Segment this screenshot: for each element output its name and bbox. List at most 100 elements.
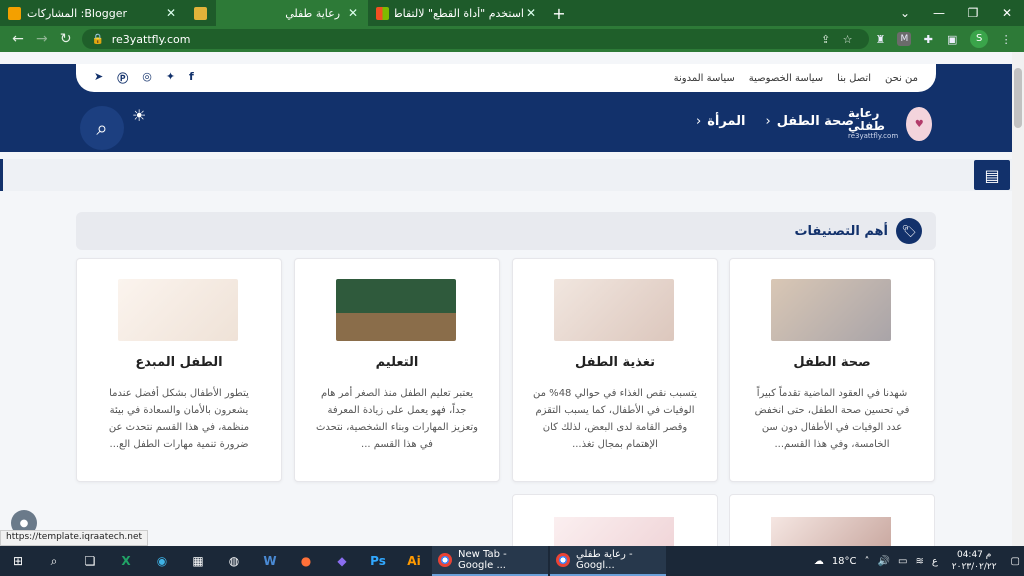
brand-row: ⌕ ☀ صحة الطفل‹ المرأة‹ رعاية طفلي re3yat… [80, 100, 936, 150]
tab-title: المشاركات :Blogger [27, 6, 127, 20]
category-desc: يعتبر تعليم الطفل منذ الصغر أمر هام جداً… [315, 388, 479, 450]
logo-subtitle: re3yattfly.com [848, 132, 899, 141]
window-controls: ⌄ — ❐ ✕ [888, 0, 1024, 26]
chevron-left-icon: ‹ [765, 114, 771, 129]
facebook-icon[interactable]: f [189, 70, 194, 86]
word-icon[interactable]: W [252, 546, 288, 576]
category-card[interactable]: صحة الطفل شهدنا في العقود الماضية تقدماً… [729, 258, 935, 482]
status-url: https://template.iqraatech.net [0, 530, 149, 546]
section-header: أهم التصنيفات 🏷 [76, 212, 936, 250]
sidepanel-icon[interactable]: ▣ [940, 33, 964, 46]
search-icon: ⌕ [96, 116, 108, 140]
search-icon[interactable]: ⌕ [36, 546, 72, 576]
extension-m-icon[interactable]: M [897, 32, 912, 46]
tag-icon: 🏷 [896, 218, 922, 244]
link-policy[interactable]: سياسة المدونة [674, 73, 735, 84]
search-button[interactable]: ⌕ [80, 106, 124, 150]
wifi-icon[interactable]: ≋ [911, 556, 927, 567]
firefox-icon[interactable]: ● [288, 546, 324, 576]
excel-icon[interactable]: X [108, 546, 144, 576]
menu-dots-icon[interactable]: ⋮ [994, 33, 1018, 46]
site-favicon-icon [194, 6, 207, 20]
news-ticker-icon[interactable]: ▤ [974, 160, 1010, 190]
theme-toggle-icon[interactable]: ☀ [132, 106, 146, 125]
windows-start-icon[interactable]: ⊞ [0, 546, 36, 576]
scrollbar-thumb[interactable] [1014, 68, 1022, 128]
bookmark-star-icon[interactable]: ☆ [837, 33, 859, 46]
address-bar: ← → ↻ 🔒 re3yattfly.com ⇪ ☆ ♜ M ✚ ▣ S ⋮ [0, 26, 1024, 52]
category-image [336, 279, 456, 341]
app-icon[interactable]: ◆ [324, 546, 360, 576]
chevron-up-icon[interactable]: ˄ [861, 556, 874, 567]
taskbar-app-title: New Tab - Google ... [458, 549, 507, 571]
language-indicator[interactable]: ع [928, 556, 942, 567]
share-icon[interactable]: ⇪ [815, 33, 837, 46]
link-contact[interactable]: اتصل بنا [837, 73, 871, 84]
category-card[interactable]: التعليم يعتبر تعليم الطفل منذ الصغر أمر … [294, 258, 500, 482]
extension-icon[interactable]: ♜ [869, 33, 893, 46]
nav-item-child-health[interactable]: صحة الطفل‹ [765, 114, 854, 129]
store-icon[interactable]: ▦ [180, 546, 216, 576]
close-window-button[interactable]: ✕ [990, 6, 1024, 20]
pinterest-icon[interactable]: Ⓟ [117, 70, 128, 86]
close-icon[interactable]: ✕ [164, 6, 178, 20]
category-image [771, 279, 891, 341]
battery-icon[interactable]: ▭ [894, 556, 911, 567]
tab-title: رعاية طفلي [285, 6, 340, 20]
speaker-icon[interactable]: 🔊 [874, 556, 894, 567]
illustrator-icon[interactable]: Ai [396, 546, 432, 576]
twitter-icon[interactable]: ✦ [166, 70, 175, 86]
category-desc: يتطور الأطفال بشكل أفضل عندما يشعرون بال… [108, 388, 250, 450]
url-input[interactable]: 🔒 re3yattfly.com ⇪ ☆ [81, 29, 869, 49]
category-title: صحة الطفل [793, 355, 871, 370]
clock[interactable]: 04:47 م ٢٠٢٣/٠٢/٢٢ [942, 549, 1007, 573]
camera-icon[interactable]: ◍ [216, 546, 252, 576]
taskbar-app-chrome[interactable]: رعاية طفلي - Googl... [550, 546, 666, 576]
edge-icon[interactable]: ◉ [144, 546, 180, 576]
tab-title: استخدم "أداة القطع" لالتقاط لقطا... [395, 6, 524, 20]
minimize-button[interactable]: — [922, 6, 956, 20]
tab-snipping-tool[interactable]: استخدم "أداة القطع" لالتقاط لقطا... ✕ [368, 0, 546, 26]
profile-avatar[interactable]: S [970, 30, 989, 48]
site-logo[interactable]: رعاية طفلي re3yattfly.com ♥ [848, 104, 932, 144]
taskbar-app-chrome[interactable]: New Tab - Google ... [432, 546, 548, 576]
nav-item-woman[interactable]: المرأة‹ [696, 114, 745, 129]
tab-re3yattfly[interactable]: رعاية طفلي ✕ [216, 0, 368, 26]
link-privacy[interactable]: سياسة الخصوصية [749, 73, 823, 84]
task-view-icon[interactable]: ❏ [72, 546, 108, 576]
system-tray: ☁ 18°C ˄ 🔊 ▭ ≋ ع 04:47 م ٢٠٢٣/٠٢/٢٢ ▢ [810, 546, 1024, 576]
photoshop-icon[interactable]: Ps [360, 546, 396, 576]
chevron-down-icon[interactable]: ⌄ [888, 6, 922, 20]
category-title: تغذية الطفل [575, 355, 655, 370]
category-card[interactable] [729, 494, 935, 546]
weather-temp[interactable]: 18°C [828, 556, 861, 567]
notification-icon[interactable]: ▢ [1007, 556, 1024, 567]
top-links: من نحن اتصل بنا سياسة الخصوصية سياسة الم… [674, 73, 918, 84]
weather-cloud-icon[interactable]: ☁ [810, 556, 828, 567]
restore-button[interactable]: ❐ [956, 6, 990, 20]
category-card[interactable]: الطفل المبدع يتطور الأطفال بشكل أفضل عند… [76, 258, 282, 482]
category-title: التعليم [375, 355, 419, 370]
page-scrollbar[interactable] [1012, 52, 1024, 546]
category-card[interactable]: تغذية الطفل يتسبب نقص الغذاء في حوالي 48… [512, 258, 718, 482]
logo-badge-icon: ♥ [906, 107, 932, 141]
close-icon[interactable]: ✕ [524, 6, 538, 20]
chevron-left-icon: ‹ [696, 114, 702, 129]
tab-blogger[interactable]: المشاركات :Blogger ✕ [0, 0, 186, 26]
puzzle-icon[interactable]: ✚ [916, 33, 940, 46]
social-links: ➤ Ⓟ ◎ ✦ f [94, 70, 194, 86]
close-icon[interactable]: ✕ [346, 6, 360, 20]
instagram-icon[interactable]: ◎ [142, 70, 152, 86]
tab-pinned[interactable] [186, 0, 216, 26]
forward-button[interactable]: → [30, 31, 54, 47]
reload-button[interactable]: ↻ [54, 31, 78, 47]
new-tab-button[interactable]: + [546, 0, 572, 26]
news-ticker [0, 159, 1012, 191]
telegram-icon[interactable]: ➤ [94, 70, 103, 86]
category-title: الطفل المبدع [135, 355, 223, 370]
category-image [771, 517, 891, 546]
link-about[interactable]: من نحن [885, 73, 918, 84]
category-card[interactable] [512, 494, 718, 546]
back-button[interactable]: ← [6, 31, 30, 47]
lock-icon: 🔒 [91, 33, 105, 45]
